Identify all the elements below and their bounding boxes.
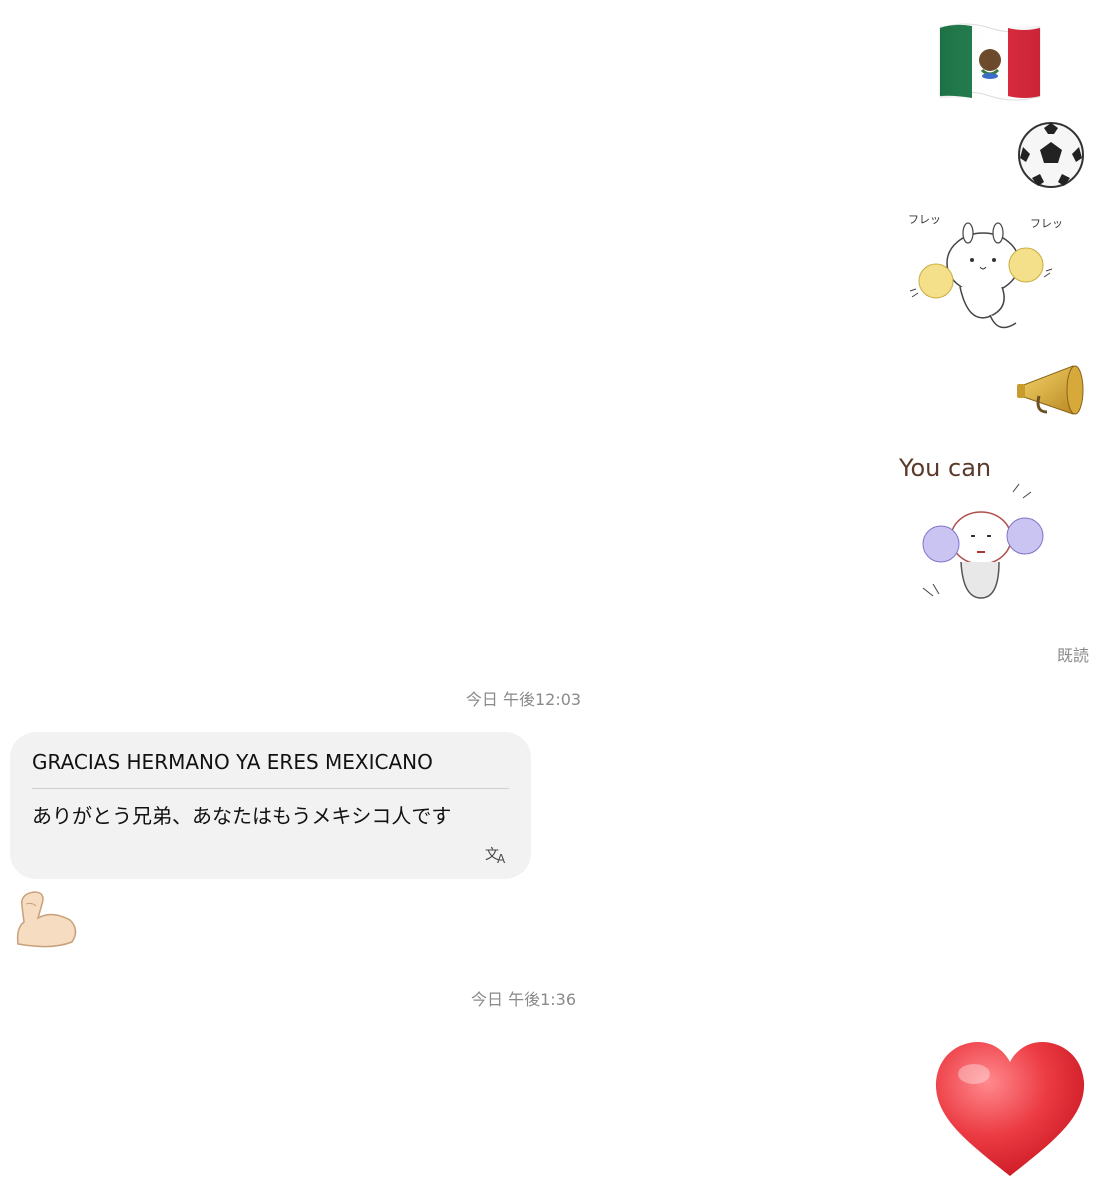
sticker-text-right: フレッ (1030, 217, 1063, 230)
svg-text:A: A (497, 852, 506, 865)
received-message-bubble[interactable]: GRACIAS HERMANO YA ERES MEXICANO ありがとう兄弟… (10, 732, 531, 879)
soccer-ball-icon[interactable] (1016, 120, 1086, 190)
cheering-rabbit-sticker[interactable]: フレッ フレッ (898, 205, 1068, 350)
read-status: 既読 (1056, 646, 1089, 665)
translate-icon[interactable]: 文 A (485, 843, 509, 866)
message-original-text: GRACIAS HERMANO YA ERES MEXICANO (32, 750, 433, 774)
timestamp: 今日 午後1:36 (470, 990, 577, 1009)
sticker-you-can-text: You can (898, 454, 991, 482)
flexed-biceps-icon[interactable] (12, 884, 82, 954)
megaphone-icon[interactable] (1013, 360, 1089, 422)
message-translation-text: ありがとう兄弟、あなたはもうメキシコ人です (32, 804, 452, 828)
sticker-text-left: フレッ (908, 213, 941, 226)
mexico-flag-icon[interactable] (936, 20, 1044, 102)
bubble-divider (32, 788, 509, 789)
timestamp: 今日 午後12:03 (465, 690, 582, 709)
red-heart-icon[interactable] (930, 1040, 1090, 1180)
you-can-sticker[interactable]: You can (893, 448, 1063, 618)
